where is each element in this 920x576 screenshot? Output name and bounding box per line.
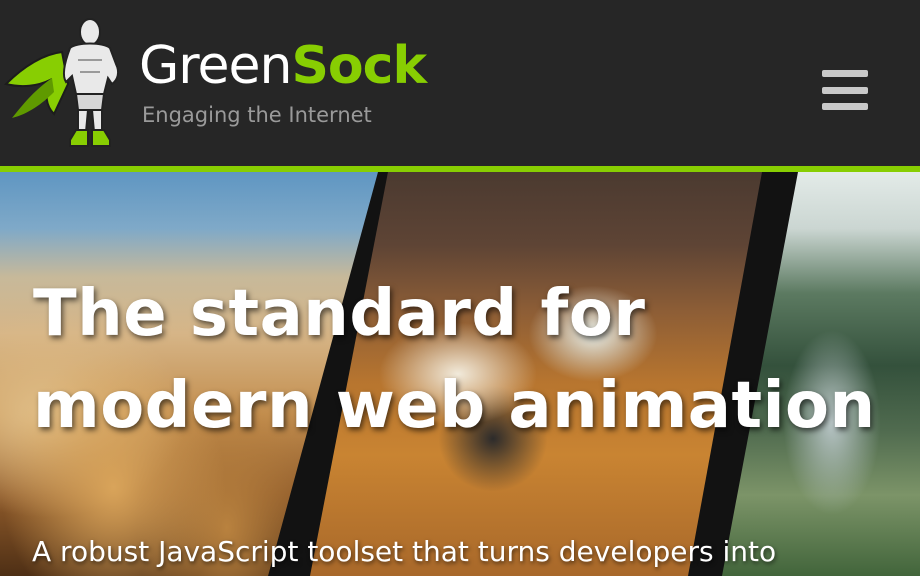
hero-headline-line1: The standard for (33, 277, 646, 351)
menu-bar (822, 103, 868, 110)
menu-bar (822, 70, 868, 77)
brand-name-green: Green (139, 36, 292, 96)
brand-name: GreenSock (139, 34, 427, 98)
menu-bar (822, 86, 868, 94)
brand-name-sock: Sock (291, 36, 427, 96)
hero-headline-line2: modern web animation (33, 369, 876, 443)
brand[interactable]: GreenSock Engaging the Internet (139, 34, 427, 128)
site-header: GreenSock Engaging the Internet (0, 0, 920, 172)
greensock-mascot-logo[interactable] (4, 14, 122, 150)
brand-tagline: Engaging the Internet (142, 103, 372, 127)
hamburger-menu-icon[interactable] (822, 70, 868, 110)
hero-headline: The standard for modern web animation (33, 268, 913, 452)
hero-subheadline: A robust JavaScript toolset that turns d… (32, 535, 777, 568)
